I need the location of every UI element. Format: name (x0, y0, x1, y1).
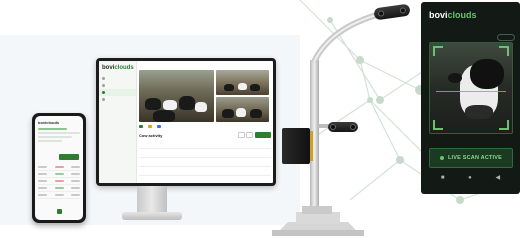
mobile-line (38, 132, 80, 134)
mobile-table (38, 164, 80, 199)
kiosk-chip[interactable] (497, 34, 515, 41)
cow-figure (238, 83, 247, 90)
cow-nose (465, 105, 493, 119)
mobile-line (38, 136, 72, 138)
cow-patch (470, 59, 504, 89)
nav-icon (102, 84, 105, 87)
product-showcase: boviclouds Cow activity boviclouds bovic… (0, 0, 520, 241)
frame-corner-icon (433, 46, 443, 56)
table-row[interactable] (38, 185, 80, 192)
cow-figure (145, 98, 161, 110)
cow-figure (163, 100, 177, 110)
cow-figure (222, 109, 234, 118)
lens-icon (330, 124, 336, 130)
monitor-base (122, 212, 182, 220)
table-row[interactable] (139, 167, 271, 176)
table-row[interactable] (139, 158, 271, 167)
scan-viewfinder (429, 42, 513, 134)
control-box (282, 128, 313, 164)
sidebar-item[interactable] (99, 82, 136, 89)
table-row[interactable] (38, 164, 80, 171)
filter-control[interactable] (238, 132, 245, 138)
table-row[interactable] (38, 171, 80, 178)
desktop-monitor: boviclouds Cow activity (96, 58, 276, 186)
dashboard-main: Cow activity (139, 63, 271, 181)
sidebar-item-active[interactable] (99, 89, 136, 96)
section-title: Cow activity (139, 133, 163, 138)
legend-swatch (139, 125, 143, 128)
barn-camera-feed[interactable] (139, 70, 214, 122)
mobile-fab-button[interactable] (57, 209, 62, 214)
frame-corner-icon (499, 120, 509, 130)
cow-figure (250, 84, 260, 91)
table-row[interactable] (38, 178, 80, 185)
brand-logo: boviclouds (102, 65, 134, 71)
scanner-display: boviclouds LIVE SCAN ACTIVE ■ ● ◀ (421, 2, 520, 194)
circle-icon[interactable]: ● (468, 175, 472, 181)
mobile-brand: boviclouds (38, 120, 60, 125)
cow-figure (224, 84, 234, 91)
frame-corner-icon (433, 120, 443, 130)
scan-line (436, 91, 506, 92)
table-row[interactable] (139, 149, 271, 158)
legend-item (157, 125, 162, 128)
legend-item (139, 125, 144, 128)
legend-swatch (157, 125, 161, 128)
nav-icon (102, 77, 105, 80)
sort-control[interactable] (246, 132, 253, 138)
cow-figure (195, 102, 207, 112)
mobile-line (38, 140, 62, 142)
legend-swatch (148, 125, 152, 128)
mobile-line (38, 128, 67, 130)
kiosk-brand: boviclouds (429, 10, 477, 20)
monitor-stand (137, 186, 167, 214)
nav-icon (102, 91, 105, 94)
feed-legend (139, 125, 162, 128)
square-icon[interactable]: ■ (441, 175, 445, 181)
kiosk-navbar: ■ ● ◀ (429, 174, 512, 182)
cow-figure (236, 108, 246, 117)
lens-icon (377, 10, 385, 17)
legend-item (148, 125, 153, 128)
cow-eye (448, 73, 462, 83)
live-dot-icon (439, 156, 444, 160)
stall-camera-feed[interactable] (216, 97, 269, 122)
breadcrumb (139, 63, 271, 69)
back-icon[interactable]: ◀ (496, 174, 501, 181)
monitor-bezel: boviclouds Cow activity (96, 58, 276, 186)
frame-corner-icon (499, 46, 509, 56)
mobile-phone: boviclouds (32, 113, 86, 223)
mobile-action-button[interactable] (59, 154, 79, 160)
nav-icon (102, 98, 105, 101)
dashboard-sidebar: boviclouds (99, 61, 137, 183)
side-camera (328, 122, 358, 132)
dashboard-screen: boviclouds Cow activity (99, 61, 273, 183)
cow-figure (179, 96, 195, 110)
pasture-camera-feed[interactable] (216, 70, 269, 95)
cow-figure (250, 109, 262, 118)
scan-label: LIVE SCAN ACTIVE (447, 155, 503, 161)
table-row[interactable] (38, 192, 80, 199)
cow-figure (153, 110, 175, 122)
box-strip (310, 131, 313, 161)
sidebar-item[interactable] (99, 75, 136, 82)
lens-icon (350, 124, 356, 130)
sidebar-item[interactable] (99, 96, 136, 103)
lens-icon (399, 7, 407, 14)
activity-table (139, 143, 271, 176)
live-scan-button[interactable]: LIVE SCAN ACTIVE (429, 148, 513, 168)
mobile-screen: boviclouds (35, 116, 83, 220)
primary-action-button[interactable] (255, 132, 271, 138)
